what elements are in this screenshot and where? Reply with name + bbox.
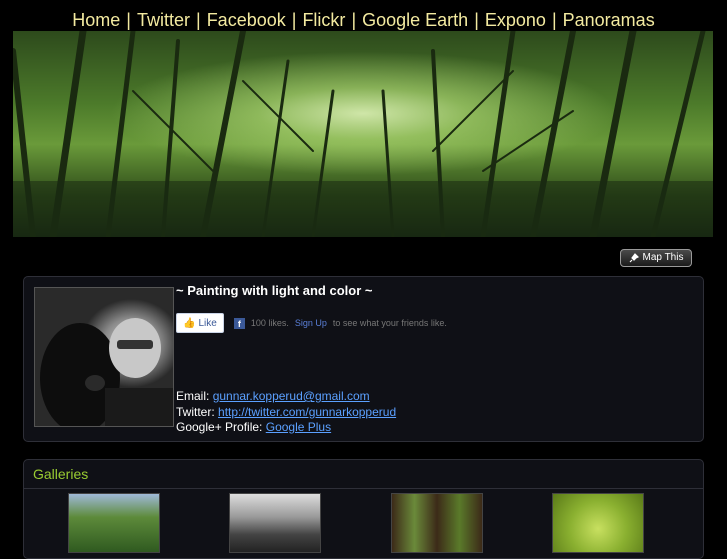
gallery-thumbnail-leaf[interactable] <box>552 493 644 553</box>
twitter-link[interactable]: http://twitter.com/gunnarkopperud <box>218 405 396 419</box>
nav-separator: | <box>126 10 131 30</box>
nav-separator: | <box>551 10 557 30</box>
top-nav: Home | Twitter | Facebook | Flickr | Google Eart… <box>0 8 727 32</box>
map-this-button[interactable]: Map This <box>620 249 692 267</box>
nav-flickr[interactable]: Flickr <box>302 10 345 30</box>
contact-info: Email: gunnar.kopperud@gmail.com Twitter… <box>176 389 396 436</box>
map-this-label: Map This <box>642 252 684 263</box>
twitter-label: Twitter: <box>176 404 215 419</box>
nav-facebook[interactable]: Facebook <box>207 10 286 30</box>
email-link[interactable]: gunnar.kopperud@gmail.com <box>213 389 370 403</box>
nav-separator: | <box>474 10 479 30</box>
signup-suffix: to see what your friends like. <box>332 318 447 328</box>
profile-photo-graphic <box>40 318 173 426</box>
gplus-link[interactable]: Google Plus <box>266 420 331 434</box>
galleries-panel: Galleries <box>23 459 704 559</box>
email-label: Email: <box>176 389 210 403</box>
nav-twitter[interactable]: Twitter <box>137 10 190 30</box>
thumbs-up-icon: 👍 <box>183 317 196 329</box>
nav-separator: | <box>351 10 357 30</box>
facebook-like-row: 👍 Like f 100 likes. Sign Up to see what … <box>176 313 447 333</box>
gallery-thumbnail-house[interactable] <box>229 493 321 553</box>
gplus-row: Google+ Profile: Google Plus <box>176 420 396 436</box>
gplus-label: Google+ Profile: <box>176 420 263 434</box>
nav-separator: | <box>196 10 201 30</box>
nav-expono[interactable]: Expono <box>485 10 546 30</box>
forest-banner-image <box>13 31 713 237</box>
gallery-thumbnail-trees[interactable] <box>68 493 160 553</box>
bio-panel: ~ Painting with light and color ~ 👍 Like… <box>23 276 704 442</box>
likes-count: 100 likes. <box>250 318 289 328</box>
signup-link[interactable]: Sign Up <box>295 318 327 328</box>
nav-google-earth[interactable]: Google Earth <box>362 10 468 30</box>
bio-title: ~ Painting with light and color ~ <box>176 283 373 298</box>
pushpin-icon <box>629 253 639 263</box>
nav-panoramas[interactable]: Panoramas <box>563 10 655 30</box>
profile-photo <box>34 287 174 427</box>
twitter-row: Twitter: http://twitter.com/gunnarkopper… <box>176 405 396 421</box>
facebook-like-button[interactable]: 👍 Like <box>176 313 224 333</box>
galleries-title: Galleries <box>24 460 703 489</box>
email-row: Email: gunnar.kopperud@gmail.com <box>176 389 396 405</box>
forest-trees-graphic <box>13 31 713 237</box>
gallery-thumbnail-forest[interactable] <box>391 493 483 553</box>
nav-separator: | <box>291 10 297 30</box>
like-label: Like <box>198 317 217 329</box>
facebook-icon: f <box>233 317 245 329</box>
nav-home[interactable]: Home <box>72 10 120 30</box>
